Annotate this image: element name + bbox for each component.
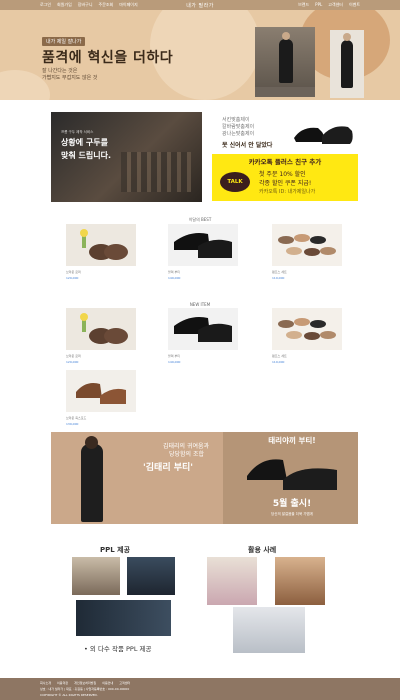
ppl-drama-photo[interactable] <box>127 557 175 595</box>
product-name[interactable]: 블랙 부티 <box>168 354 180 358</box>
hero-subtitle: 가볍지도 무겁지도 않은 것 <box>42 75 98 81</box>
product-name[interactable]: 브라운 로퍼 <box>66 270 81 274</box>
nav-cs[interactable]: 고객센터 <box>328 2 343 8</box>
product-price: 119,000 <box>272 360 285 364</box>
product-image-brown-loafers <box>66 308 136 350</box>
product-name[interactable]: 펌프스 세트 <box>272 270 287 274</box>
top-navigation: 로그인 회원가입 장바구니 주문조회 마이페이지 내가 필라가 브랜드 PPL … <box>0 0 400 10</box>
hero-photo-man-suit <box>255 27 315 97</box>
kakao-benefit: 각종 할인 쿠폰 지급! <box>259 180 312 187</box>
booties-image <box>247 459 337 490</box>
ppl-drama-poster[interactable] <box>76 600 171 636</box>
hero-subtitle: 잘 나간다는 것은 <box>42 68 78 74</box>
product-name[interactable]: 펌프스 세트 <box>272 354 287 358</box>
promo-headline: 상황에 구두를 <box>61 138 108 147</box>
product-image-black-booties <box>168 224 238 266</box>
product-price: 149,000 <box>168 276 181 280</box>
product-price: 119,000 <box>272 276 285 280</box>
nav-ppl[interactable]: PPL <box>315 2 322 8</box>
product-name[interactable]: 브라운 옥스포드 <box>66 416 86 420</box>
hero-title: 품격에 혁신을 더하다 <box>42 50 174 66</box>
product-card[interactable] <box>272 224 342 266</box>
product-name[interactable]: 블랙 부티 <box>168 270 180 274</box>
footer: 회사소개 이용약관 개인정보처리방침 이용안내 고객센터 상호 : 내가 필라가… <box>0 678 400 700</box>
section-title-best: 이달의 BEST <box>188 217 212 222</box>
footer-link[interactable]: 이용안내 <box>102 681 113 685</box>
cases-title: 활용 사례 <box>248 546 277 554</box>
black-shoes-image <box>294 126 353 144</box>
product-price: 129,000 <box>66 360 79 364</box>
footer-copyright: COPYRIGHT © ALL RIGHTS RESERVED. <box>40 693 98 697</box>
footer-link[interactable]: 회사소개 <box>40 681 51 685</box>
product-card[interactable] <box>168 224 238 266</box>
product-card[interactable] <box>66 224 136 266</box>
promo-workshop-image[interactable]: 프롬 구두 제작 서비스 상황에 구두를 맞춰 드립니다. <box>51 112 202 202</box>
top-nav-right: 브랜드 PPL 고객센터 이벤트 <box>298 2 360 8</box>
case-photo[interactable] <box>275 557 325 605</box>
footer-link[interactable]: 고객센터 <box>119 681 130 685</box>
hero-banner: 내가 제일 잘나가 품격에 혁신을 더하다 잘 나간다는 것은 가볍지도 무겁지… <box>0 10 400 100</box>
product-image-brown-loafers <box>66 224 136 266</box>
feature-product-name: '김태리 부티' <box>143 463 194 473</box>
kakao-id: 카카오톡 ID: 내가제일나가 <box>259 189 316 195</box>
feature-banner-kimtaeri[interactable]: 김태리의 귀여움과 당당함의 조합 '김태리 부티' 태리야끼 부티! 5월 출… <box>51 432 358 524</box>
footer-link[interactable]: 개인정보처리방침 <box>74 681 96 685</box>
model-head <box>85 436 98 449</box>
product-image-pumps-set <box>272 224 342 266</box>
hero-badge: 내가 제일 잘나가 <box>42 37 86 46</box>
case-photo[interactable] <box>207 557 257 605</box>
product-card[interactable] <box>66 370 136 412</box>
nav-event[interactable]: 이벤트 <box>349 2 360 8</box>
kakao-heading: 카카오톡 플러스 친구 추가 <box>248 158 322 166</box>
shoe-promo-line: 서킨맞춤제이 <box>222 117 250 123</box>
section-title-new: NEW ITEM <box>189 302 211 307</box>
footer-company-info: 상호 : 내가 필라가 | 대표 : 홍길동 | 사업자등록번호 : 000-0… <box>40 687 130 691</box>
product-image-brown-oxfords <box>66 370 136 412</box>
shoe-promo-line: 칼바람맞춤제이 <box>222 124 255 130</box>
model-figure <box>81 444 103 522</box>
ppl-title: PPL 제공 <box>100 546 131 554</box>
product-card[interactable] <box>168 308 238 350</box>
product-image-pumps-set <box>272 308 342 350</box>
nav-brand[interactable]: 브랜드 <box>298 2 309 8</box>
shoe-promo-panel[interactable]: 서킨맞춤제이 칼바람맞춤제이 광나는맞춤제이 못 신어서 안 달았다 <box>212 112 358 154</box>
feature-headline: 태리야끼 부티! <box>268 436 316 445</box>
ppl-note: • 외 다수 작품 PPL 제공 <box>84 645 152 653</box>
footer-links: 회사소개 이용약관 개인정보처리방침 이용안내 고객센터 <box>40 681 130 685</box>
product-price: 129,000 <box>66 276 79 280</box>
shoe-promo-line: 광나는맞춤제이 <box>222 131 255 137</box>
product-card[interactable] <box>66 308 136 350</box>
product-name[interactable]: 브라운 로퍼 <box>66 354 81 358</box>
promo-headline: 맞춰 드립니다. <box>61 151 111 160</box>
feature-caption: 당신의 발걸음을 더욱 가볍게 <box>271 512 313 516</box>
feature-release: 5월 출시! <box>272 499 312 509</box>
product-price: 149,000 <box>168 360 181 364</box>
kakao-benefit: 첫 주문 10% 할인 <box>259 171 306 178</box>
page: 로그인 회원가입 장바구니 주문조회 마이페이지 내가 필라가 브랜드 PPL … <box>0 0 400 700</box>
ppl-drama-photo[interactable] <box>72 557 120 595</box>
case-photo-car[interactable] <box>233 607 305 653</box>
kakao-plus-friend-banner[interactable]: 카카오톡 플러스 친구 추가 TALK 첫 주문 10% 할인 각종 할인 쿠폰… <box>212 154 358 201</box>
promo-tag: 프롬 구두 제작 서비스 <box>61 130 94 134</box>
product-card[interactable] <box>272 308 342 350</box>
product-image-black-booties <box>168 308 238 350</box>
feature-copy: 당당함의 조합 <box>169 451 205 458</box>
footer-link[interactable]: 이용약관 <box>57 681 68 685</box>
hero-photo-man-walking <box>330 30 364 98</box>
kakao-talk-icon: TALK <box>220 172 250 192</box>
shoe-promo-question: 못 신어서 안 달았다 <box>222 142 273 149</box>
product-price: 139,000 <box>66 422 79 426</box>
